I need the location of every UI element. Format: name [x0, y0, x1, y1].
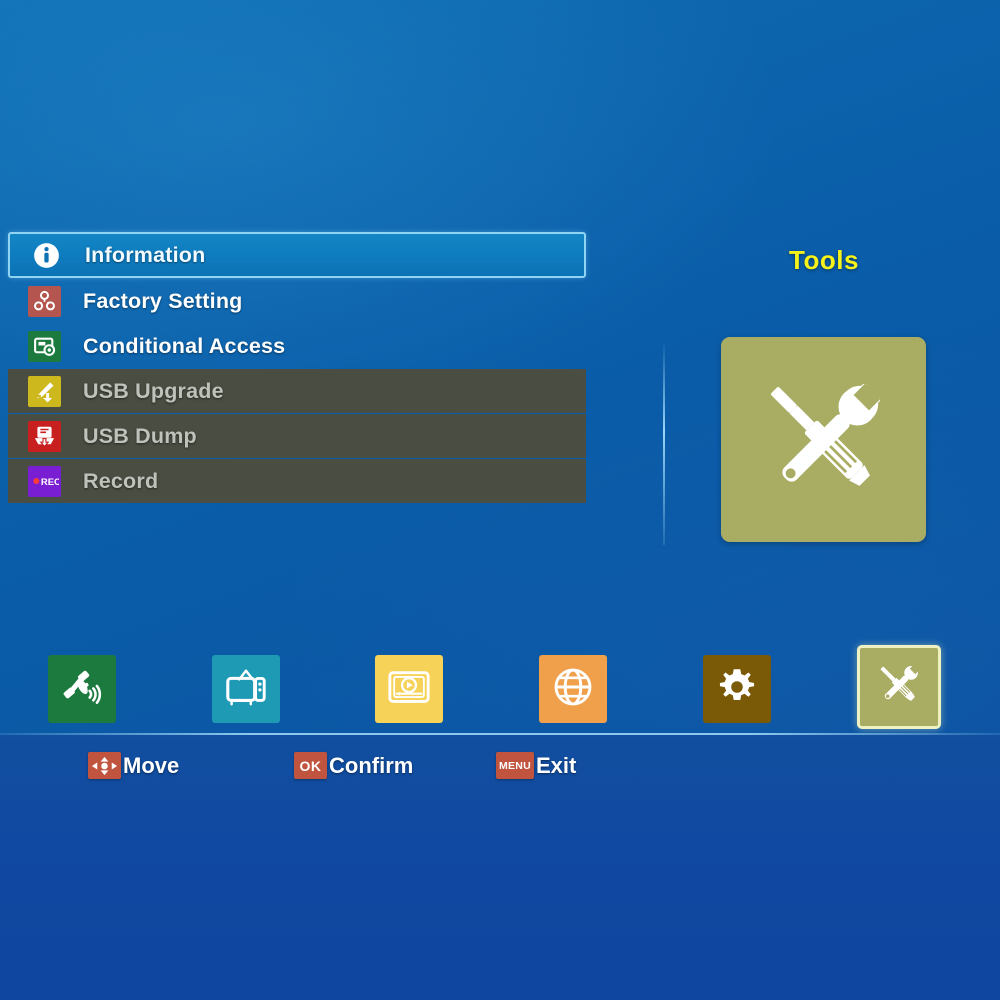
usb-dump-icon — [28, 420, 61, 452]
info-icon — [30, 240, 63, 271]
category-strip — [0, 645, 1000, 733]
ok-badge: OK — [294, 752, 327, 779]
menu-item-conditional-access[interactable]: Conditional Access — [8, 324, 586, 368]
hint-exit: MENU Exit — [496, 752, 576, 779]
usb-upgrade-icon — [28, 375, 61, 407]
menu-item-label: Factory Setting — [83, 288, 243, 313]
dpad-icon — [88, 752, 121, 779]
television-icon — [223, 664, 269, 715]
media-player-icon — [386, 664, 432, 715]
menu-item-usb-upgrade[interactable]: USB Upgrade — [8, 369, 586, 413]
menu-item-information[interactable]: Information — [8, 232, 586, 278]
hint-label: Exit — [536, 752, 577, 778]
tools-menu-list: Information Factory Setting Conditional … — [8, 232, 586, 504]
smart-card-icon — [28, 330, 61, 362]
record-icon: REC — [28, 465, 61, 497]
menu-item-label: USB Dump — [83, 423, 197, 448]
category-media[interactable] — [375, 655, 443, 723]
menu-item-usb-dump[interactable]: USB Dump — [8, 414, 586, 458]
gear-icon — [715, 665, 759, 714]
category-settings[interactable] — [703, 655, 771, 723]
svg-text:REC: REC — [40, 477, 58, 488]
hint-label: Confirm — [329, 752, 414, 778]
globe-icon — [551, 665, 595, 714]
menu-item-label: USB Upgrade — [83, 378, 224, 403]
menu-item-label: Conditional Access — [83, 333, 286, 358]
menu-item-label: Information — [85, 242, 206, 267]
menu-item-factory-setting[interactable]: Factory Setting — [8, 279, 586, 323]
menu-item-label: Record — [83, 468, 159, 493]
hint-label: Move — [123, 752, 180, 778]
satellite-dish-icon — [59, 664, 105, 715]
wrench-screwdriver-icon — [870, 656, 928, 719]
category-satellite[interactable] — [48, 655, 116, 723]
wrench-screwdriver-icon — [721, 337, 926, 542]
panel-divider — [663, 340, 665, 545]
category-tools[interactable] — [857, 645, 941, 729]
hint-move: Move — [88, 752, 179, 779]
category-tv[interactable] — [212, 655, 280, 723]
factory-setting-icon — [28, 285, 61, 317]
tv-settings-screen: Information Factory Setting Conditional … — [0, 0, 1000, 1000]
category-network[interactable] — [539, 655, 607, 723]
page-title: Tools — [789, 245, 859, 275]
help-bar: Move OK Confirm MENU Exit — [0, 735, 1000, 1000]
hint-confirm: OK Confirm — [294, 752, 413, 779]
menu-badge: MENU — [496, 752, 534, 779]
menu-item-record[interactable]: REC Record — [8, 459, 586, 503]
